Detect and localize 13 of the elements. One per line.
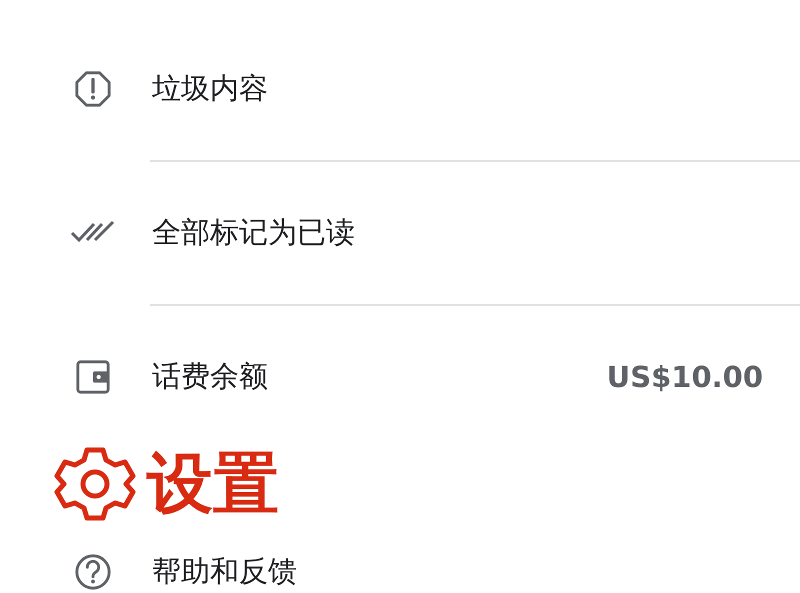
menu-label: 垃圾内容 <box>152 70 268 107</box>
help-icon <box>74 553 112 591</box>
balance-amount: US$10.00 <box>606 360 763 394</box>
menu-label: 帮助和反馈 <box>152 553 297 590</box>
menu-label: 全部标记为已读 <box>152 214 355 251</box>
menu-item[interactable]: 帮助和反馈 <box>0 554 800 590</box>
wallet-icon <box>75 359 111 395</box>
callout-label: 设置 <box>147 451 279 517</box>
menu-item[interactable]: 全部标记为已读 <box>150 162 800 306</box>
menu-label: 话费余额 <box>152 358 268 395</box>
warning-icon <box>74 70 112 108</box>
menu-item[interactable]: 垃圾内容 <box>150 18 800 162</box>
menu-item[interactable]: 话费余额 US$10.00 <box>0 306 800 448</box>
